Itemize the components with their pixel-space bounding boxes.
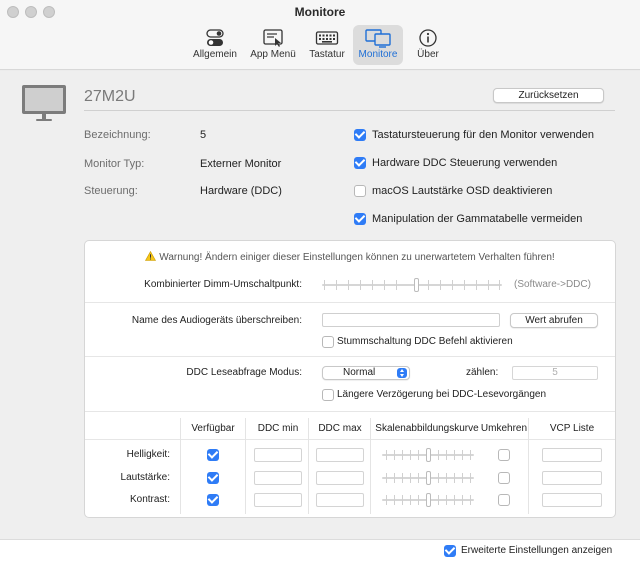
gamma-table-label: Manipulation der Gammatabelle vermeiden xyxy=(372,213,583,225)
show-advanced-checkbox[interactable] xyxy=(444,545,456,557)
tab-allgemein[interactable]: Allgemein xyxy=(190,25,240,65)
reset-button[interactable]: Zurücksetzen xyxy=(493,88,604,103)
info-value-bezeichnung: 5 xyxy=(200,129,207,141)
show-advanced-label: Erweiterte Einstellungen anzeigen xyxy=(461,545,613,556)
longer-delay-label: Längere Verzögerung bei DDC-Lesevorgänge… xyxy=(337,389,547,400)
column-divider xyxy=(370,418,371,514)
tab-tastatur[interactable]: Tastatur xyxy=(305,25,349,65)
contrast-vcp-list-input[interactable] xyxy=(542,493,602,507)
volume-available-checkbox[interactable] xyxy=(207,472,219,484)
audio-name-label: Name des Audiogeräts überschreiben: xyxy=(131,315,302,326)
row-label-contrast: Kontrast: xyxy=(129,494,170,505)
ddc-read-mode-label: DDC Leseabfrage Modus: xyxy=(186,367,302,378)
displays-icon xyxy=(365,29,391,48)
info-key-monitor-typ: Monitor Typ: xyxy=(84,158,145,170)
mute-ddc-label: Stummschaltung DDC Befehl aktivieren xyxy=(337,336,513,347)
contrast-available-checkbox[interactable] xyxy=(207,494,219,506)
column-header-ddc-max: DDC max xyxy=(318,423,362,434)
brightness-ddc-min-input[interactable] xyxy=(254,448,302,462)
tab-ueber[interactable]: Über xyxy=(410,25,446,65)
info-key-bezeichnung: Bezeichnung: xyxy=(84,129,151,141)
longer-delay-checkbox[interactable] xyxy=(322,389,334,401)
hardware-ddc-checkbox[interactable] xyxy=(354,157,366,169)
column-divider xyxy=(180,418,181,514)
section-divider xyxy=(85,356,615,357)
column-header-ddc-min: DDC min xyxy=(257,423,299,434)
warning-text: Warnung! Ändern einiger dieser Einstellu… xyxy=(159,252,555,263)
tab-label: Monitore xyxy=(358,49,398,60)
contrast-invert-checkbox[interactable] xyxy=(498,494,510,506)
brightness-available-checkbox[interactable] xyxy=(207,449,219,461)
dimm-slider[interactable] xyxy=(322,278,502,292)
volume-osd-label: macOS Lautstärke OSD deaktivieren xyxy=(372,185,553,197)
tab-label: Tastatur xyxy=(309,49,345,60)
header-divider xyxy=(84,110,615,111)
volume-invert-checkbox[interactable] xyxy=(498,472,510,484)
column-divider xyxy=(308,418,309,514)
section-divider xyxy=(85,302,615,303)
contrast-curve-slider[interactable] xyxy=(382,493,474,507)
info-value-monitor-typ: Externer Monitor xyxy=(200,158,282,170)
brightness-vcp-list-input[interactable] xyxy=(542,448,602,462)
menu-window-icon xyxy=(263,29,283,47)
tab-label: Über xyxy=(417,49,439,60)
keyboard-control-checkbox[interactable] xyxy=(354,129,366,141)
section-divider xyxy=(85,411,615,412)
dimm-note: (Software->DDC) xyxy=(514,279,591,290)
contrast-ddc-max-input[interactable] xyxy=(316,493,364,507)
warning-message: Warnung! Ändern einiger dieser Einstellu… xyxy=(85,250,615,263)
hardware-ddc-label: Hardware DDC Steuerung verwenden xyxy=(372,157,558,169)
keyboard-control-label: Tastatursteuerung für den Monitor verwen… xyxy=(372,129,594,141)
info-icon xyxy=(419,29,437,47)
table-header-divider xyxy=(85,439,615,440)
dimm-label: Kombinierter Dimm-Umschaltpunkt: xyxy=(144,279,302,290)
column-header-vcp-list: VCP Liste xyxy=(549,423,595,434)
volume-vcp-list-input[interactable] xyxy=(542,471,602,485)
column-header-available: Verfügbar xyxy=(191,423,235,434)
column-header-scale-curve: Skalenabbildungskurve xyxy=(375,423,479,434)
contrast-ddc-min-input[interactable] xyxy=(254,493,302,507)
column-divider xyxy=(245,418,246,514)
monitor-icon xyxy=(22,85,66,121)
column-header-invert: Umkehren xyxy=(480,423,528,434)
tab-monitore[interactable]: Monitore xyxy=(353,25,403,65)
monitor-name: 27M2U xyxy=(84,88,136,105)
volume-ddc-min-input[interactable] xyxy=(254,471,302,485)
brightness-curve-slider[interactable] xyxy=(382,448,474,462)
fetch-value-button[interactable]: Wert abrufen xyxy=(510,313,598,328)
count-input[interactable]: 5 xyxy=(512,366,598,380)
mute-ddc-checkbox[interactable] xyxy=(322,336,334,348)
popup-arrows-icon xyxy=(397,368,407,378)
ddc-read-mode-value: Normal xyxy=(343,367,376,378)
ddc-read-mode-select[interactable]: Normal xyxy=(322,366,410,380)
warning-icon xyxy=(145,250,157,261)
brightness-invert-checkbox[interactable] xyxy=(498,449,510,461)
keyboard-icon xyxy=(315,31,339,45)
tab-label: App Menü xyxy=(250,49,296,60)
audio-name-input[interactable] xyxy=(322,313,500,327)
column-divider xyxy=(528,418,529,514)
tab-label: Allgemein xyxy=(193,49,237,60)
volume-ddc-max-input[interactable] xyxy=(316,471,364,485)
info-key-steuerung: Steuerung: xyxy=(84,185,138,197)
row-label-volume: Lautstärke: xyxy=(120,472,170,483)
window-title: Monitore xyxy=(294,5,346,19)
volume-curve-slider[interactable] xyxy=(382,471,474,485)
count-label: zählen: xyxy=(466,367,499,378)
tab-app-menu[interactable]: App Menü xyxy=(246,25,300,65)
toggles-icon xyxy=(206,29,224,46)
volume-osd-checkbox[interactable] xyxy=(354,185,366,197)
gamma-table-checkbox[interactable] xyxy=(354,213,366,225)
info-value-steuerung: Hardware (DDC) xyxy=(200,185,282,197)
row-label-brightness: Helligkeit: xyxy=(126,449,170,460)
brightness-ddc-max-input[interactable] xyxy=(316,448,364,462)
